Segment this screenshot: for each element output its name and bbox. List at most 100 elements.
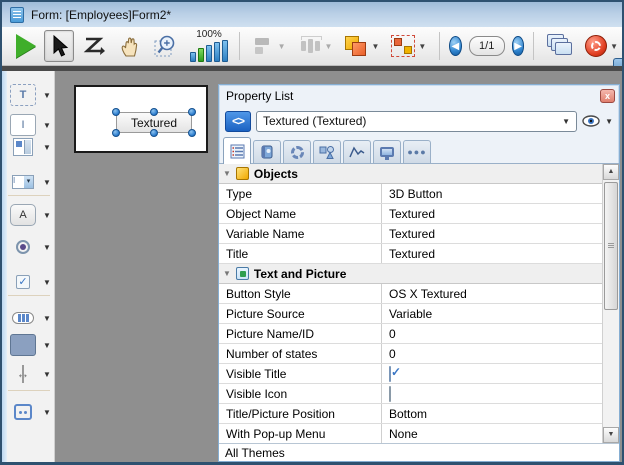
disclosure-triangle-icon[interactable]: ▼ xyxy=(223,169,231,178)
zoom-bar[interactable] xyxy=(206,45,212,62)
button-grid-tool[interactable]: ▼ xyxy=(10,305,54,331)
plug-in-area-tool[interactable]: ▼ xyxy=(10,399,54,425)
selection-handle[interactable] xyxy=(112,108,120,116)
next-page-button[interactable]: ▶ xyxy=(512,36,525,56)
rectangle-icon xyxy=(10,334,36,356)
tab-events[interactable] xyxy=(343,140,371,163)
text-tool[interactable]: T▼ xyxy=(10,82,54,108)
chevron-down-icon[interactable]: ▼ xyxy=(605,117,613,126)
chevron-down-icon[interactable]: ▼ xyxy=(43,121,51,130)
property-row[interactable]: With Pop-up Menu None xyxy=(219,424,602,443)
align-icon xyxy=(253,36,275,56)
pointer-tool-button[interactable] xyxy=(44,30,74,62)
selection-handle[interactable] xyxy=(150,108,158,116)
property-value[interactable]: None xyxy=(382,427,602,441)
property-row[interactable]: Visible Title xyxy=(219,364,602,384)
property-row[interactable]: Variable Name Textured xyxy=(219,224,602,244)
scrollbar-track[interactable] xyxy=(603,180,619,427)
property-row[interactable]: Picture Name/ID 0 xyxy=(219,324,602,344)
disclosure-triangle-icon[interactable]: ▼ xyxy=(223,269,231,278)
property-row[interactable]: Picture Source Variable xyxy=(219,304,602,324)
chevron-down-icon[interactable]: ▼ xyxy=(43,370,51,379)
chevron-down-icon[interactable]: ▼ xyxy=(43,243,51,252)
object-nav-buttons[interactable]: <> xyxy=(225,111,251,132)
form-pages-button[interactable] xyxy=(543,30,577,62)
list-box-tool[interactable]: ▼ xyxy=(10,134,54,160)
zoom-bar[interactable] xyxy=(214,42,220,62)
tab-more[interactable]: ●●● xyxy=(403,140,431,163)
selection-handle[interactable] xyxy=(112,129,120,137)
check-box-tool[interactable]: ✓▼ xyxy=(10,269,54,295)
property-row[interactable]: Title Textured xyxy=(219,244,602,264)
button-tool[interactable]: A▼ xyxy=(10,202,54,228)
splitter-tool[interactable]: ▼ xyxy=(10,361,54,387)
scroll-up-button[interactable]: ▲ xyxy=(603,164,619,180)
visible-icon-checkbox[interactable] xyxy=(389,386,391,402)
tab-gear[interactable] xyxy=(283,140,311,163)
previous-page-button[interactable]: ◀ xyxy=(449,36,462,56)
selection-handle[interactable] xyxy=(188,129,196,137)
chevron-down-icon[interactable]: ▼ xyxy=(43,211,51,220)
move-tool-button[interactable] xyxy=(114,30,146,62)
chevron-down-icon[interactable]: ▼ xyxy=(610,42,618,51)
chevron-down-icon[interactable]: ▼ xyxy=(43,143,51,152)
property-value[interactable]: Bottom xyxy=(382,407,602,421)
scroll-down-button[interactable]: ▼ xyxy=(603,427,619,443)
property-list-header[interactable]: Property List x xyxy=(219,85,619,106)
property-tabs: ●●● xyxy=(219,136,619,164)
property-row[interactable]: Object Name Textured xyxy=(219,204,602,224)
close-button[interactable]: x xyxy=(600,89,615,103)
level-object-button[interactable]: ▼ xyxy=(340,30,383,62)
property-value[interactable]: 0 xyxy=(382,327,602,341)
property-row[interactable]: Title/Picture Position Bottom xyxy=(219,404,602,424)
property-value[interactable]: OS X Textured xyxy=(382,287,602,301)
object-selector-dropdown[interactable]: Textured (Textured) ▼ xyxy=(256,111,577,132)
selection-handle[interactable] xyxy=(188,108,196,116)
themes-footer[interactable]: All Themes xyxy=(219,444,619,461)
tab-objects[interactable] xyxy=(313,140,341,163)
property-value[interactable]: Variable xyxy=(382,307,602,321)
tab-display[interactable] xyxy=(373,140,401,163)
chevron-down-icon[interactable]: ▼ xyxy=(43,91,51,100)
view-options-button[interactable]: ▼ xyxy=(582,115,613,127)
zoom-bar[interactable] xyxy=(190,52,196,62)
selection-handle[interactable] xyxy=(150,129,158,137)
section-text-and-picture[interactable]: ▼ Text and Picture xyxy=(219,264,602,284)
chevron-down-icon[interactable]: ▼ xyxy=(43,178,51,187)
property-value[interactable]: 3D Button xyxy=(382,187,602,201)
zoom-tool-button[interactable] xyxy=(150,30,184,62)
vertical-scrollbar[interactable]: ▲ ▼ xyxy=(602,164,619,443)
chevron-down-icon[interactable]: ▼ xyxy=(418,42,426,51)
chevron-down-icon[interactable]: ▼ xyxy=(43,408,51,417)
zoom-bar[interactable] xyxy=(222,40,228,62)
property-value[interactable]: Textured xyxy=(382,247,602,261)
form-canvas[interactable]: Textured xyxy=(74,85,208,153)
group-object-button[interactable]: ▼ xyxy=(387,30,430,62)
rectangle-tool[interactable]: ▼ xyxy=(10,332,54,358)
property-row[interactable]: Type 3D Button xyxy=(219,184,602,204)
zoom-scale-widget[interactable]: 100% xyxy=(190,30,228,62)
property-value[interactable]: Textured xyxy=(382,227,602,241)
zoom-bars-icon[interactable] xyxy=(190,40,228,62)
radio-button-tool[interactable]: ▼ xyxy=(10,234,54,260)
chevron-down-icon[interactable]: ▼ xyxy=(43,341,51,350)
property-row[interactable]: Visible Icon xyxy=(219,384,602,404)
property-row[interactable]: Button Style OS X Textured xyxy=(219,284,602,304)
chevron-down-icon[interactable]: ▼ xyxy=(371,42,379,51)
visible-title-checkbox[interactable] xyxy=(389,366,391,382)
chevron-down-icon[interactable]: ▼ xyxy=(43,278,51,287)
section-objects[interactable]: ▼ Objects xyxy=(219,164,602,184)
toolbar-separator xyxy=(239,32,240,60)
zoom-bar-current[interactable] xyxy=(198,48,204,62)
chevron-down-icon[interactable]: ▼ xyxy=(43,314,51,323)
property-value[interactable]: Textured xyxy=(382,207,602,221)
property-row[interactable]: Number of states 0 xyxy=(219,344,602,364)
run-form-button[interactable] xyxy=(12,30,40,62)
entry-order-tool-button[interactable] xyxy=(78,30,110,62)
tab-property-list[interactable] xyxy=(223,137,251,164)
tab-data-source[interactable] xyxy=(253,140,281,163)
property-value[interactable]: 0 xyxy=(382,347,602,361)
title-bar[interactable]: Form: [Employees]Form2* xyxy=(2,2,622,27)
scrollbar-thumb[interactable] xyxy=(604,182,618,310)
combo-box-tool[interactable]: I▼ xyxy=(10,169,54,195)
